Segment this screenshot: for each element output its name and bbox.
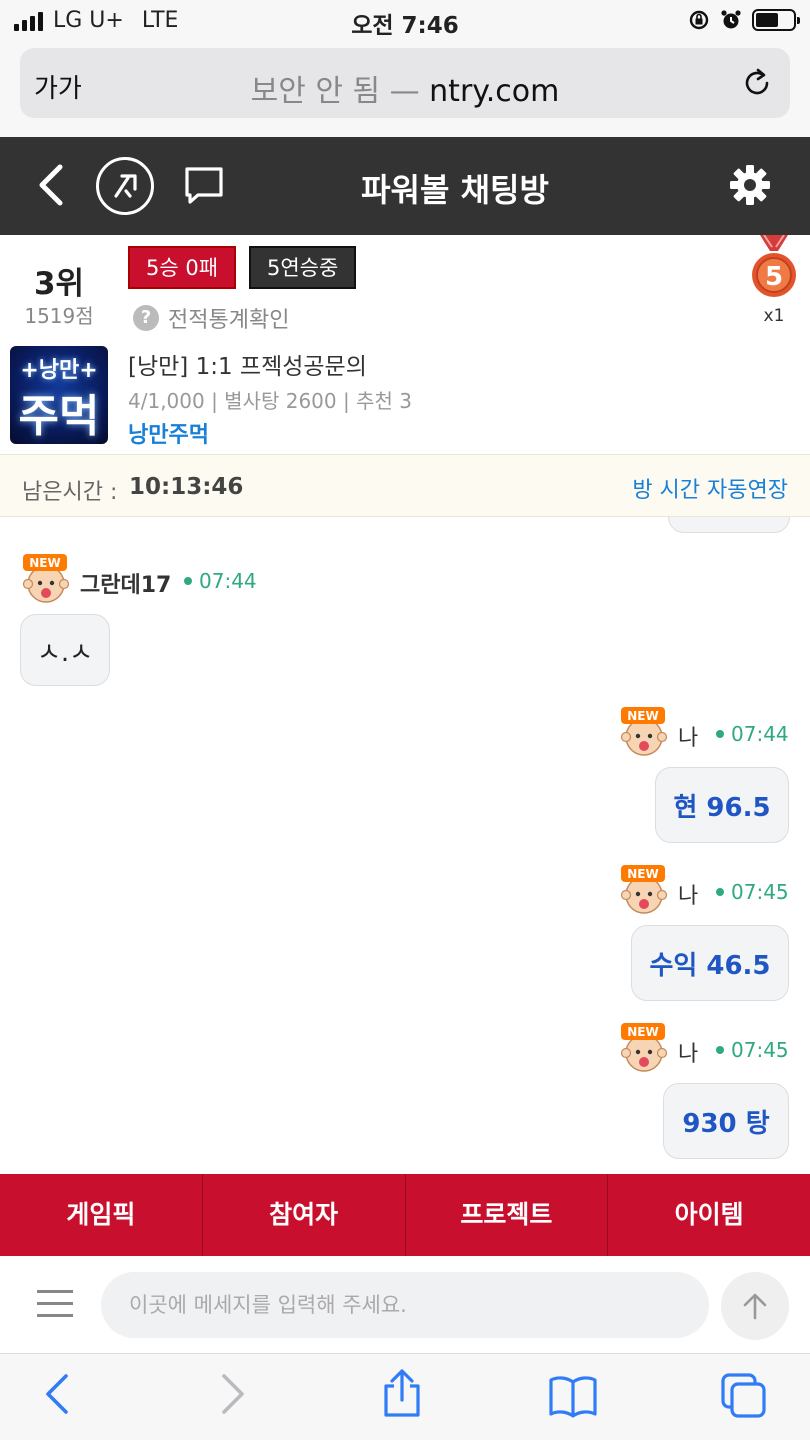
room-title: [낭만] 1:1 프젝성공문의 xyxy=(128,354,367,380)
browser-forward-icon[interactable] xyxy=(218,1372,248,1416)
tab-game-pick[interactable]: 게임픽 xyxy=(0,1174,203,1256)
streak-badge: 5연승중 xyxy=(249,246,357,289)
message-nick: 나 xyxy=(678,726,699,751)
remaining-time-bar: 남은시간 : 10:13:46 방 시간 자동연장 xyxy=(0,454,810,517)
medal-number: 5 xyxy=(765,262,783,292)
security-warning: 보안 안 됨 — xyxy=(250,74,420,109)
url-display[interactable]: 보안 안 됨 — ntry.com xyxy=(20,66,790,110)
user-rank: 3위 xyxy=(33,266,85,302)
message-time: 07:45 xyxy=(716,1038,789,1062)
tab-participants[interactable]: 참여자 xyxy=(203,1174,406,1256)
message-time: 07:45 xyxy=(716,880,789,904)
message-nick: 나 xyxy=(678,884,699,909)
avatar[interactable]: NEW xyxy=(618,864,670,916)
bottom-tab-bar: 게임픽 참여자 프로젝트 아이템 xyxy=(0,1174,810,1256)
message-input-bar xyxy=(0,1256,810,1354)
avatar[interactable]: NEW xyxy=(618,1022,670,1074)
browser-url-area: 가가 보안 안 됨 — ntry.com xyxy=(0,40,810,137)
app-header: 파워볼 채팅방 xyxy=(0,137,810,235)
room-owner-link[interactable]: 낭만주먹 xyxy=(128,417,209,449)
new-badge-label: NEW xyxy=(627,1025,658,1039)
question-icon: ? xyxy=(133,305,159,331)
alarm-icon xyxy=(721,10,741,29)
medal-icon: 5 xyxy=(752,235,796,297)
reload-icon[interactable] xyxy=(740,66,774,100)
new-user-avatar-icon: NEW xyxy=(620,865,668,914)
message-nick[interactable]: 그란데17 xyxy=(80,567,171,599)
record-stats-label: 전적통계확인 xyxy=(168,308,290,333)
new-user-avatar-icon: NEW xyxy=(620,707,668,756)
menu-icon[interactable] xyxy=(37,1290,73,1318)
new-user-avatar-icon: NEW xyxy=(22,554,70,603)
room-thumbnail[interactable]: +낭만+ 주먹 xyxy=(10,346,108,444)
avatar[interactable]: NEW xyxy=(20,553,72,605)
previous-message-bubble xyxy=(668,517,790,533)
medal-count: x1 xyxy=(763,306,785,326)
avatar[interactable]: NEW xyxy=(618,706,670,758)
record-badge: 5승 0패 xyxy=(128,246,237,289)
message-nick: 나 xyxy=(678,1042,699,1067)
tab-items[interactable]: 아이템 xyxy=(608,1174,810,1256)
battery-icon xyxy=(752,9,800,31)
page-title: 파워볼 채팅방 xyxy=(361,171,549,209)
message-bubble: 현 96.5 xyxy=(655,767,789,843)
message-bubble: 수익 46.5 xyxy=(631,925,789,1001)
new-user-avatar-icon: NEW xyxy=(620,1023,668,1072)
tabs-icon[interactable] xyxy=(720,1372,768,1420)
auto-extend-link[interactable]: 방 시간 자동연장 xyxy=(632,472,788,504)
message-time: 07:44 xyxy=(184,569,257,593)
url-bar[interactable]: 가가 보안 안 됨 — ntry.com xyxy=(20,48,790,118)
browser-toolbar xyxy=(0,1354,810,1440)
user-score: 1519점 xyxy=(24,304,94,328)
record-stats-link[interactable]: ? 전적통계확인 xyxy=(133,302,289,334)
message-input[interactable] xyxy=(101,1272,709,1338)
orientation-lock-icon xyxy=(689,10,709,30)
remaining-time-label: 남은시간 : xyxy=(22,480,118,505)
chat-area[interactable]: NEW 그란데17 07:44 ㅅ.ㅅ NEW 나 07:44 현 96.5 N… xyxy=(0,517,810,1174)
url-domain: ntry.com xyxy=(429,74,560,109)
status-bar: LG U+ LTE 오전 7:46 xyxy=(0,0,810,40)
room-thumb-line2: 주먹 xyxy=(18,391,100,442)
new-badge-label: NEW xyxy=(29,556,60,570)
new-badge-label: NEW xyxy=(627,867,658,881)
share-icon[interactable] xyxy=(380,1368,424,1418)
bookmarks-icon[interactable] xyxy=(548,1374,598,1418)
room-meta: 4/1,000 | 별사탕 2600 | 추천 3 xyxy=(128,389,412,413)
message-time: 07:44 xyxy=(716,722,789,746)
message-bubble: ㅅ.ㅅ xyxy=(20,614,110,686)
gear-icon[interactable] xyxy=(728,163,772,207)
send-button[interactable] xyxy=(721,1272,789,1340)
tab-project[interactable]: 프로젝트 xyxy=(406,1174,609,1256)
remaining-time-value: 10:13:46 xyxy=(129,474,244,500)
message-bubble: 930 탕 xyxy=(663,1083,789,1159)
new-badge-label: NEW xyxy=(627,709,658,723)
browser-back-icon[interactable] xyxy=(42,1372,72,1416)
arrow-up-icon xyxy=(743,1293,767,1320)
